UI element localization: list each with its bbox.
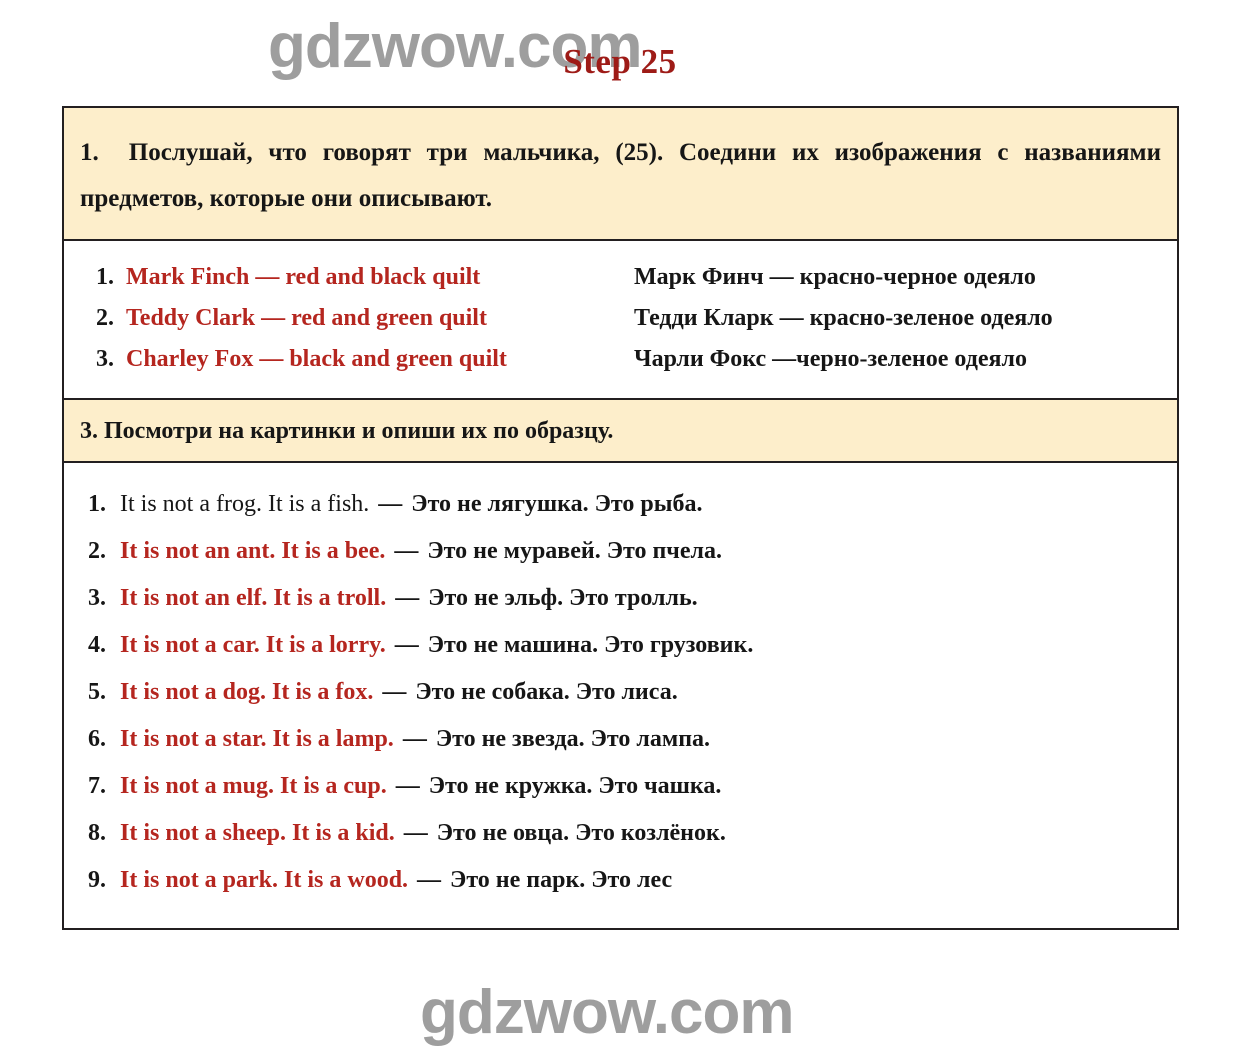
sentence-index: 4.	[88, 631, 106, 658]
sentence-dash: —	[395, 584, 420, 611]
list-item: 1. Mark Finch — red and black quilt Марк…	[64, 257, 1177, 298]
list-item: 7. It is not a mug. It is a cup. — Это н…	[64, 763, 1177, 810]
sentence-russian: Это не звезда. Это лампа.	[435, 725, 711, 752]
task3-heading-row: 3. Посмотри на картинки и опиши их по об…	[64, 399, 1177, 463]
sentence-russian: Это не эльф. Это тролль.	[428, 584, 698, 611]
task1-prompt-text: Послушай, что говорят три мальчика, (25)…	[80, 139, 1161, 213]
sentence-index: 7.	[88, 772, 106, 799]
task1-prompt-row: 1. Послушай, что говорят три мальчика, (2…	[64, 108, 1177, 241]
sentence-english: It is not a frog. It is a fish.	[120, 490, 370, 517]
sentence-index: 1.	[88, 490, 106, 517]
list-item: 3. It is not an elf. It is a troll. — Эт…	[64, 575, 1177, 622]
sentence-russian: Это не овца. Это козлёнок.	[436, 819, 726, 846]
sentence-russian: Это не парк. Это лес	[450, 866, 673, 893]
sentence-english: It is not an ant. It is a bee.	[120, 537, 386, 564]
match-russian: Тедди Кларк — красно-зеленое одеяло	[634, 304, 1053, 331]
match-russian: Чарли Фокс —черно-зеленое одеяло	[634, 345, 1027, 372]
sentence-index: 8.	[88, 819, 106, 846]
match-english: Teddy Clark — red and green quilt	[126, 304, 487, 331]
task3-heading: 3. Посмотри на картинки и опиши их по об…	[80, 417, 614, 444]
sentence-index: 3.	[88, 584, 106, 611]
sentence-english: It is not a star. It is a lamp.	[120, 725, 394, 752]
sentence-dash: —	[403, 819, 428, 846]
list-item: 3. Charley Fox — black and green quilt Ч…	[64, 339, 1177, 380]
task1-number: 1.	[80, 139, 99, 166]
match-english: Charley Fox — black and green quilt	[126, 345, 507, 372]
sentence-dash: —	[395, 772, 420, 799]
match-index: 3.	[96, 345, 114, 372]
list-item: 8. It is not a sheep. It is a kid. — Это…	[64, 810, 1177, 857]
task3-answers-row: 1. It is not a frog. It is a fish. — Это…	[64, 463, 1177, 928]
match-english: Mark Finch — red and black quilt	[126, 263, 481, 290]
list-item: 4. It is not a car. It is a lorry. — Это…	[64, 622, 1177, 669]
sentence-russian: Это не лягушка. Это рыба.	[411, 490, 703, 517]
list-item: 5. It is not a dog. It is a fox. — Это н…	[64, 669, 1177, 716]
sentence-english: It is not a mug. It is a cup.	[120, 772, 387, 799]
list-item: 6. It is not a star. It is a lamp. — Это…	[64, 716, 1177, 763]
sentence-dash: —	[394, 537, 419, 564]
sentence-index: 9.	[88, 866, 106, 893]
task1-prompt: 1. Послушай, что говорят три мальчика, (2…	[64, 108, 1177, 239]
sentence-russian: Это не кружка. Это чашка.	[428, 772, 722, 799]
watermark-bottom: gdzwow.com	[420, 978, 794, 1047]
sentence-index: 5.	[88, 678, 106, 705]
match-index: 1.	[96, 263, 114, 290]
sentence-english: It is not a park. It is a wood.	[120, 866, 409, 893]
sentence-index: 6.	[88, 725, 106, 752]
sentence-dash: —	[417, 866, 442, 893]
sentence-index: 2.	[88, 537, 106, 564]
sentence-dash: —	[394, 631, 419, 658]
sentence-english: It is not an elf. It is a troll.	[120, 584, 387, 611]
sentence-russian: Это не собака. Это лиса.	[415, 678, 678, 705]
page-title: Step 25	[563, 42, 677, 81]
list-item: 1. It is not a frog. It is a fish. — Это…	[64, 481, 1177, 528]
sentence-dash: —	[402, 725, 427, 752]
worksheet-table: 1. Послушай, что говорят три мальчика, (2…	[62, 106, 1179, 930]
sentence-english: It is not a sheep. It is a kid.	[120, 819, 395, 846]
sentence-dash: —	[378, 490, 403, 517]
list-item: 2. Teddy Clark — red and green quilt Тед…	[64, 298, 1177, 339]
sentence-english: It is not a car. It is a lorry.	[120, 631, 386, 658]
sentence-russian: Это не муравей. Это пчела.	[427, 537, 722, 564]
sentence-russian: Это не машина. Это грузовик.	[427, 631, 754, 658]
list-item: 2. It is not an ant. It is a bee. — Это …	[64, 528, 1177, 575]
list-item: 9. It is not a park. It is a wood. — Это…	[64, 857, 1177, 904]
sentence-dash: —	[382, 678, 407, 705]
match-russian: Марк Финч — красно-черное одеяло	[634, 263, 1036, 290]
match-index: 2.	[96, 304, 114, 331]
match-list: 1. Mark Finch — red and black quilt Марк…	[64, 241, 1177, 398]
sentence-english: It is not a dog. It is a fox.	[120, 678, 374, 705]
sentence-list: 1. It is not a frog. It is a fish. — Это…	[64, 463, 1177, 928]
task1-answers-row: 1. Mark Finch — red and black quilt Марк…	[64, 241, 1177, 400]
